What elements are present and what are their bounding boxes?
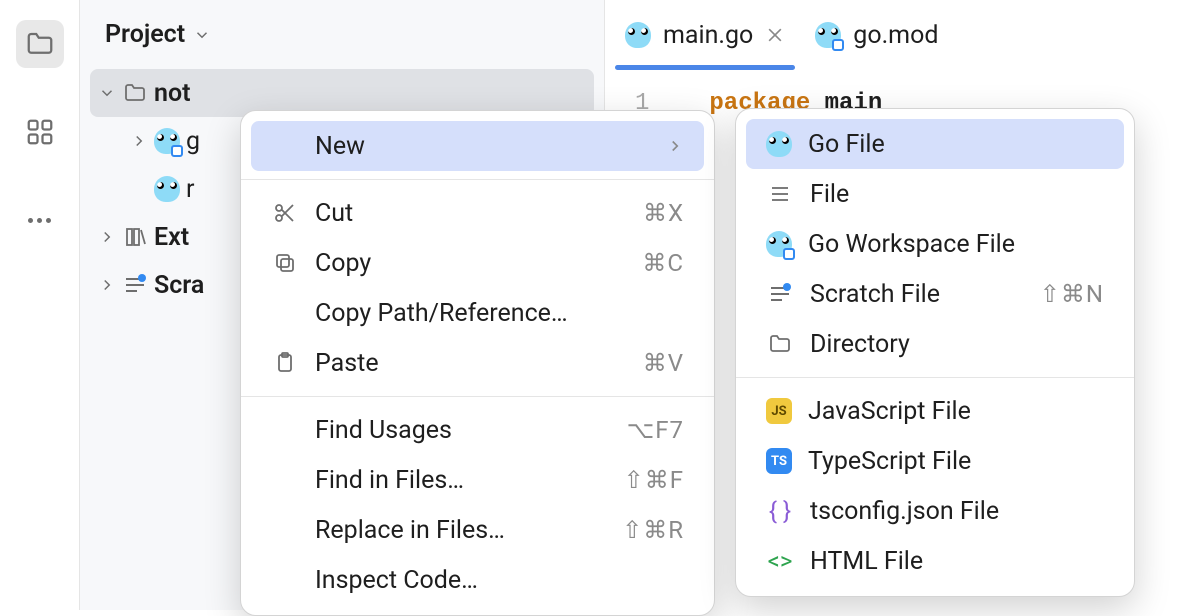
grid-icon [25, 117, 55, 147]
menu-item-paste[interactable]: Paste ⌘V [251, 338, 704, 388]
menu-shortcut: ⇧⌘N [1040, 280, 1104, 308]
js-icon: JS [766, 398, 792, 424]
structure-tool-button[interactable] [16, 108, 64, 156]
menu-label: Cut [315, 199, 627, 228]
menu-label: Copy Path/Reference… [315, 299, 684, 328]
chevron-right-icon [98, 276, 116, 294]
clipboard-icon [273, 351, 297, 375]
chevron-right-icon [130, 132, 148, 150]
submenu-arrow-icon [666, 137, 684, 155]
menu-label: Scratch File [810, 280, 1024, 309]
menu-label: File [810, 180, 1104, 209]
menu-item-inspect-code[interactable]: Inspect Code… [251, 555, 704, 605]
menu-shortcut: ⌘X [643, 199, 684, 227]
menu-label: JavaScript File [808, 397, 1104, 426]
chevron-right-icon [98, 228, 116, 246]
menu-item-replace-in-files[interactable]: Replace in Files… ⇧⌘R [251, 505, 704, 555]
editor-area: main.go go.mod 1 package main [605, 0, 1198, 117]
menu-label: Replace in Files… [315, 516, 606, 545]
menu-label: Find Usages [315, 416, 611, 445]
menu-item-copy[interactable]: Copy ⌘C [251, 238, 704, 288]
html-tag-icon: <> [766, 547, 794, 575]
tab-label: go.mod [853, 21, 938, 50]
menu-item-copy-path[interactable]: Copy Path/Reference… [251, 288, 704, 338]
menu-shortcut: ⌘V [643, 349, 684, 377]
menu-item-cut[interactable]: Cut ⌘X [251, 188, 704, 238]
new-submenu: Go File File Go Workspace File Scratch F… [735, 108, 1135, 597]
menu-item-html-file[interactable]: <> HTML File [746, 536, 1124, 586]
folder-icon [768, 332, 792, 356]
menu-label: tsconfig.json File [810, 497, 1104, 526]
more-tool-button[interactable] [16, 196, 64, 244]
menu-separator [241, 396, 714, 397]
menu-item-go-file[interactable]: Go File [746, 119, 1124, 169]
project-view-header[interactable]: Project [80, 0, 604, 69]
copy-icon [273, 251, 297, 275]
project-view-title: Project [105, 20, 185, 49]
menu-item-new[interactable]: New [251, 121, 704, 171]
menu-separator [241, 179, 714, 180]
chevron-down-icon [193, 26, 211, 44]
menu-label: New [315, 132, 650, 161]
tab-label: main.go [663, 21, 753, 50]
menu-item-find-in-files[interactable]: Find in Files… ⇧⌘F [251, 455, 704, 505]
ts-icon: TS [766, 448, 792, 474]
go-file-icon [766, 231, 792, 257]
menu-separator [736, 377, 1134, 378]
context-menu: New Cut ⌘X Copy ⌘C Copy Path/Reference… … [240, 110, 715, 616]
menu-shortcut: ⌥F7 [627, 416, 684, 444]
file-icon [768, 182, 792, 206]
close-icon[interactable] [765, 25, 785, 45]
tree-ext-label: Ext [154, 223, 189, 252]
project-tool-button[interactable] [16, 20, 64, 68]
menu-shortcut: ⇧⌘F [624, 466, 684, 494]
folder-icon [123, 81, 147, 105]
menu-item-tsconfig[interactable]: { } tsconfig.json File [746, 486, 1124, 536]
menu-label: Go File [808, 130, 1104, 159]
menu-item-file[interactable]: File [746, 169, 1124, 219]
chevron-down-icon [98, 84, 116, 102]
menu-label: Directory [810, 330, 1104, 359]
menu-label: Copy [315, 249, 626, 278]
scratches-icon [768, 282, 792, 306]
scratches-icon [123, 273, 147, 297]
tree-file-label: g [186, 127, 200, 156]
menu-label: TypeScript File [808, 447, 1104, 476]
folder-icon [25, 29, 55, 59]
menu-item-go-workspace[interactable]: Go Workspace File [746, 219, 1124, 269]
scissors-icon [273, 201, 297, 225]
menu-shortcut: ⇧⌘R [622, 516, 684, 544]
tool-window-rail [0, 0, 80, 610]
go-file-icon [766, 131, 792, 157]
library-icon [123, 225, 147, 249]
tree-file-label: r [186, 175, 194, 204]
go-file-icon [154, 128, 180, 154]
tree-scratch-label: Scra [154, 271, 204, 300]
menu-item-find-usages[interactable]: Find Usages ⌥F7 [251, 405, 704, 455]
more-icon [28, 218, 51, 223]
menu-label: Paste [315, 349, 627, 378]
menu-label: HTML File [810, 547, 1104, 576]
menu-item-directory[interactable]: Directory [746, 319, 1124, 369]
menu-label: Go Workspace File [808, 230, 1104, 259]
menu-item-scratch-file[interactable]: Scratch File ⇧⌘N [746, 269, 1124, 319]
tree-root-label: not [154, 79, 191, 108]
go-file-icon [815, 22, 841, 48]
braces-icon: { } [766, 497, 794, 525]
menu-label: Inspect Code… [315, 566, 684, 595]
tab-go-mod[interactable]: go.mod [815, 0, 938, 70]
menu-item-js-file[interactable]: JS JavaScript File [746, 386, 1124, 436]
menu-item-ts-file[interactable]: TS TypeScript File [746, 436, 1124, 486]
menu-shortcut: ⌘C [642, 249, 684, 277]
go-file-icon [154, 176, 180, 202]
menu-label: Find in Files… [315, 466, 608, 495]
go-file-icon [625, 22, 651, 48]
editor-tabs: main.go go.mod [605, 0, 1198, 70]
tab-main-go[interactable]: main.go [625, 0, 785, 70]
